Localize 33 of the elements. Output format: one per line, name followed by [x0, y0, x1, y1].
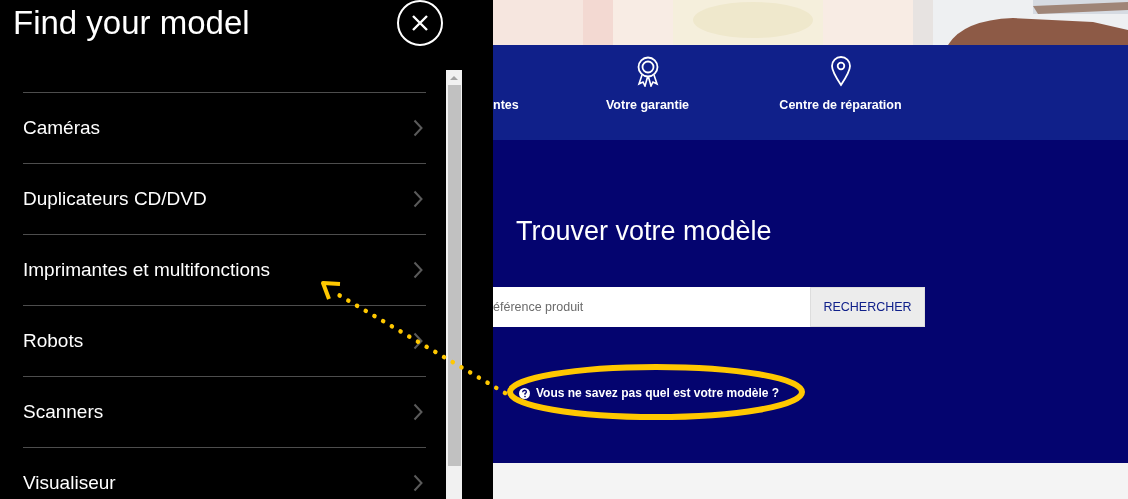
- scroll-up-icon: [450, 75, 458, 81]
- category-label: Visualiseur: [23, 472, 116, 494]
- close-icon: [411, 13, 429, 32]
- search-field[interactable]: éférence produit: [493, 287, 810, 327]
- nav-link[interactable]: ntes: [493, 98, 519, 112]
- category-item[interactable]: Scanners: [23, 376, 426, 447]
- category-item[interactable]: Caméras: [23, 92, 426, 163]
- category-item[interactable]: Duplicateurs CD/DVD: [23, 163, 426, 234]
- category-item[interactable]: Robots: [23, 305, 426, 376]
- scrollbar-thumb[interactable]: [447, 85, 461, 466]
- chevron-icon: [413, 403, 423, 421]
- category-label: Robots: [23, 330, 84, 352]
- section-heading: Trouver votre modèle: [516, 216, 773, 248]
- search-button[interactable]: RECHERCHER: [810, 287, 925, 327]
- scrollbar[interactable]: [446, 70, 462, 499]
- question-icon: [519, 387, 530, 399]
- category-item[interactable]: Visualiseur: [23, 447, 426, 499]
- category-item[interactable]: Imprimantes et multifonctions: [23, 234, 426, 305]
- help-link[interactable]: Vous ne savez pas quel est votre modèle ?: [519, 386, 780, 400]
- category-label: Imprimantes et multifonctions: [23, 259, 271, 281]
- nav-link[interactable]: Centre de réparation: [779, 98, 902, 112]
- panel-title: Find your model: [13, 2, 251, 43]
- chevron-icon: [413, 474, 423, 492]
- chevron-icon: [413, 332, 423, 350]
- nav-link[interactable]: Votre garantie: [605, 98, 690, 112]
- category-label: Scanners: [23, 401, 104, 423]
- close-button[interactable]: [397, 0, 443, 46]
- category-label: Duplicateurs CD/DVD: [23, 188, 207, 210]
- chevron-icon: [413, 119, 423, 137]
- chevron-icon: [413, 261, 423, 279]
- category-label: Caméras: [23, 117, 101, 139]
- chevron-icon: [413, 190, 423, 208]
- map-pin-icon: [829, 56, 852, 87]
